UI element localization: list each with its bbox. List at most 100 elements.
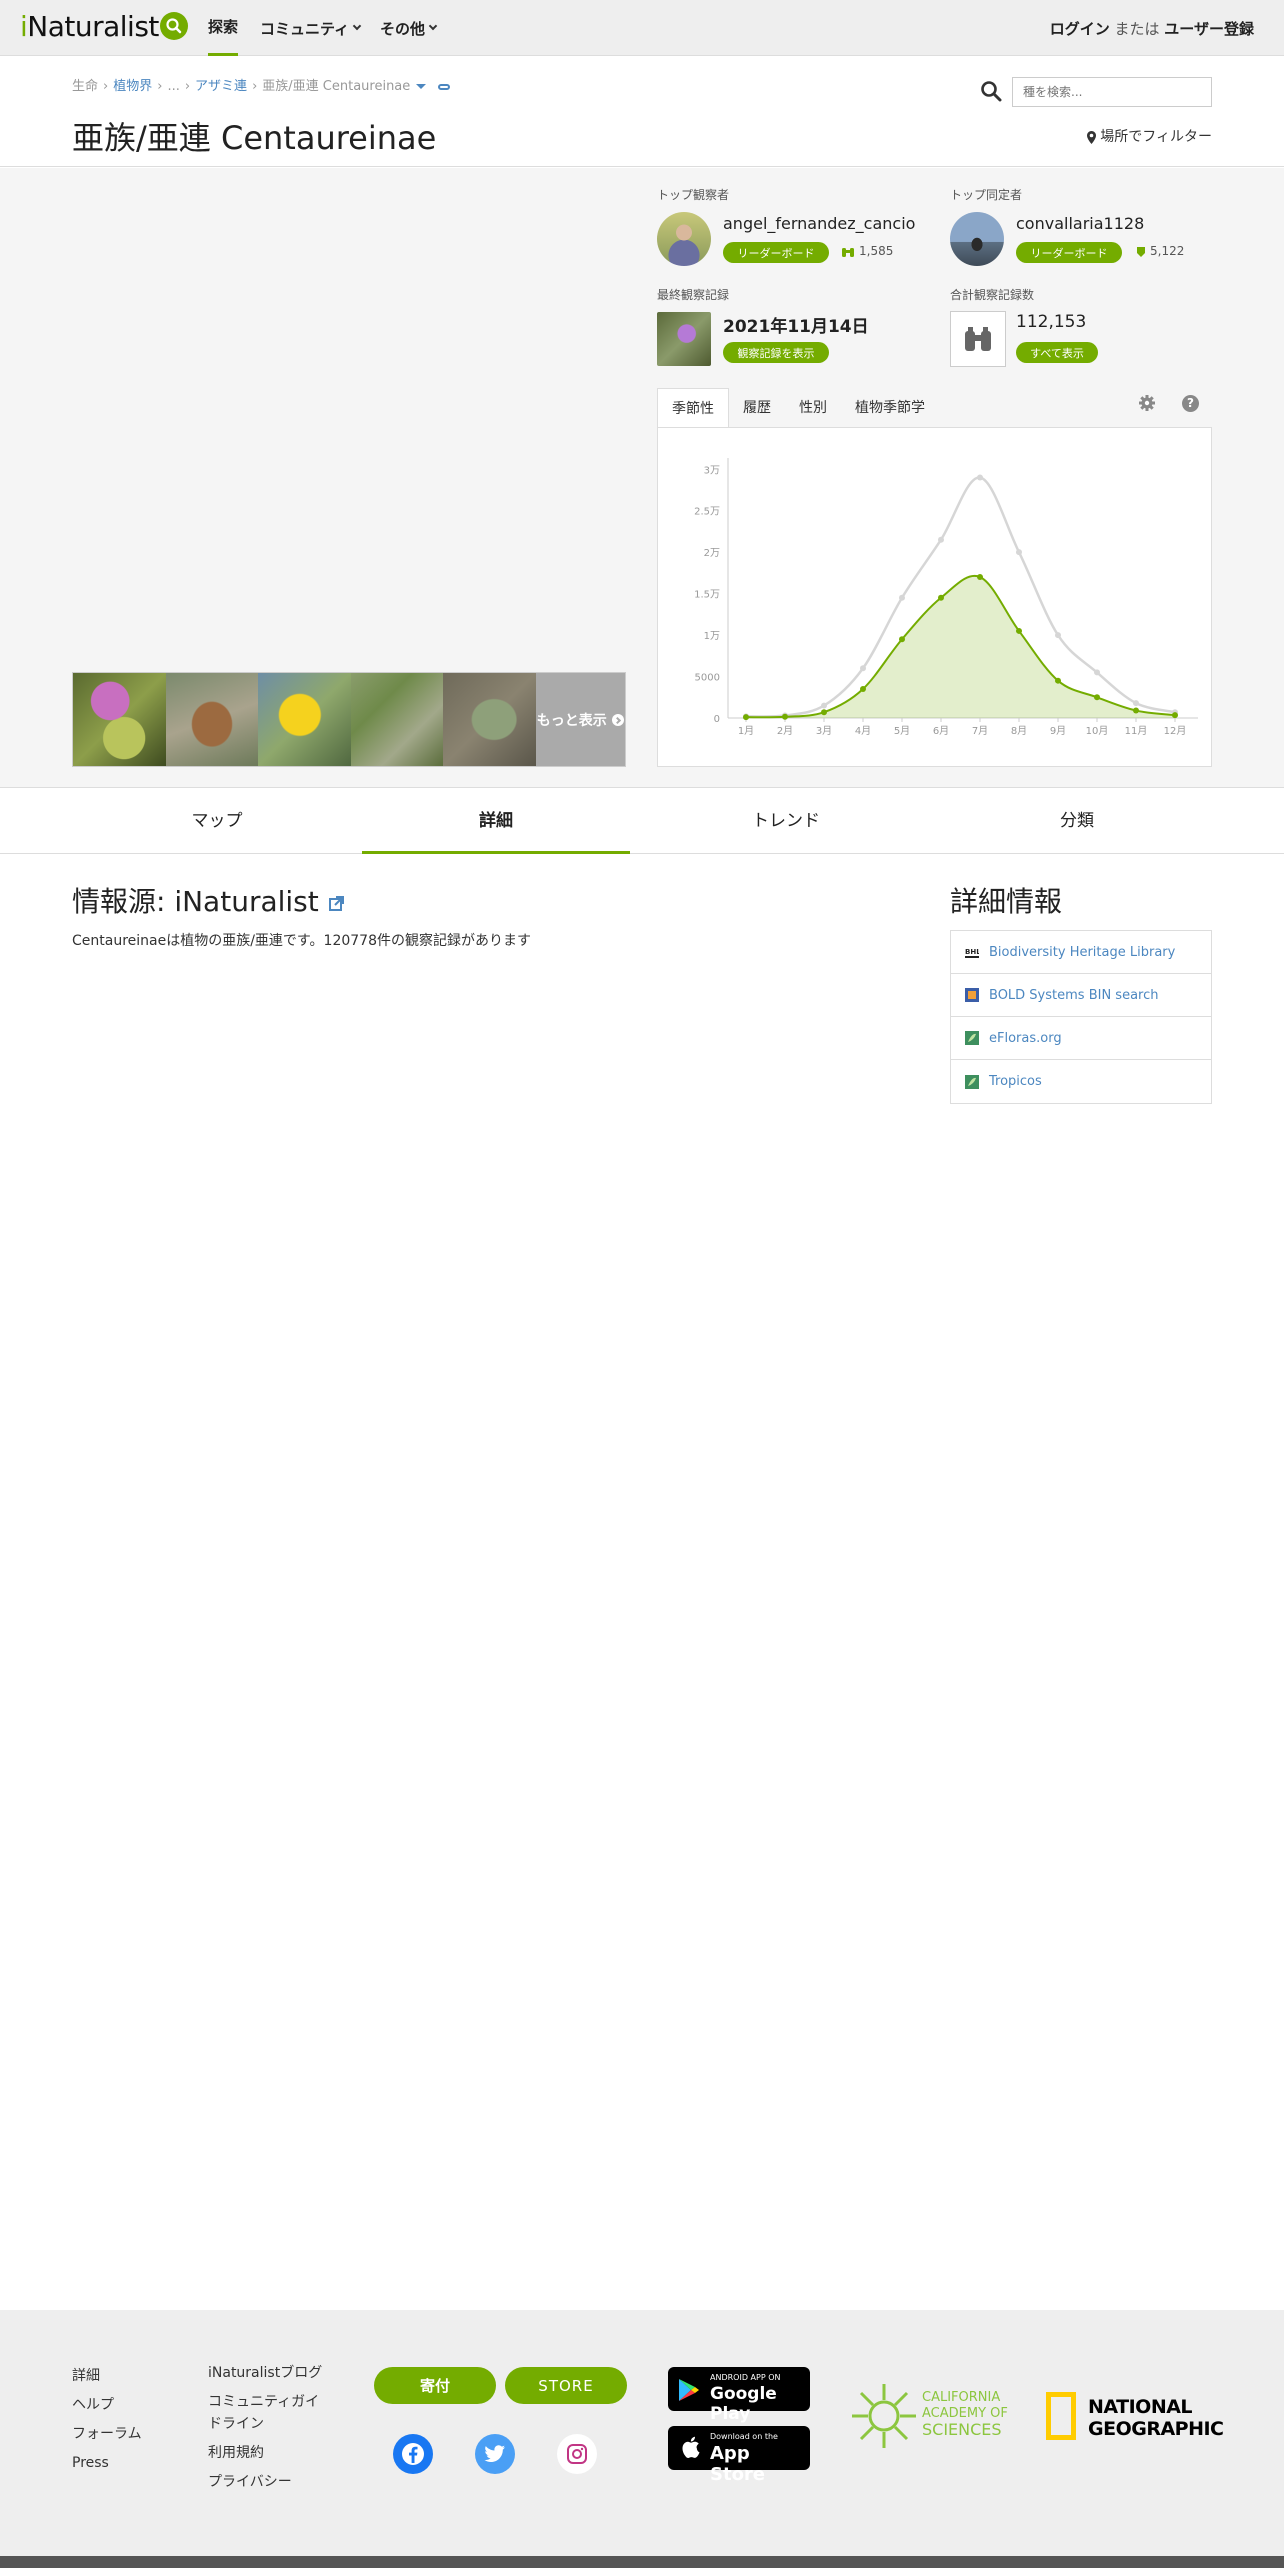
nav-explore[interactable]: 探索 bbox=[208, 0, 239, 56]
top-identifier-avatar[interactable] bbox=[950, 212, 1004, 266]
breadcrumb-ellipsis[interactable]: ... bbox=[167, 79, 179, 94]
natgeo-line-2: GEOGRAPHIC bbox=[1088, 2418, 1224, 2440]
x-tick-label: 7月 bbox=[972, 725, 988, 737]
y-tick-label: 5000 bbox=[695, 673, 720, 684]
tab-phenology[interactable]: 植物季節学 bbox=[841, 388, 939, 428]
link-efloras-label: eFloras.org bbox=[989, 1030, 1062, 1046]
binoculars-icon bbox=[842, 247, 854, 257]
photo-thumb-1[interactable] bbox=[73, 673, 166, 766]
donate-button[interactable]: 寄付 bbox=[374, 2367, 496, 2404]
twitter-icon[interactable] bbox=[475, 2434, 515, 2474]
photo-thumb-2[interactable] bbox=[165, 673, 258, 766]
link-bhl[interactable]: BHL Biodiversity Heritage Library bbox=[951, 931, 1211, 974]
taxon-name: Centaureinae bbox=[220, 119, 437, 157]
photo-thumb-5[interactable] bbox=[443, 673, 536, 766]
data-point bbox=[899, 594, 905, 601]
breadcrumb-plantae[interactable]: 植物界 bbox=[113, 79, 152, 94]
footer-link-help[interactable]: ヘルプ bbox=[72, 2391, 142, 2420]
top-identifier-name[interactable]: convallaria1128 bbox=[1016, 214, 1144, 233]
filter-by-place-button[interactable]: 場所でフィルター bbox=[1087, 126, 1212, 146]
tab-trends[interactable]: トレンド bbox=[630, 789, 942, 854]
tab-taxonomy[interactable]: 分類 bbox=[942, 789, 1212, 854]
natgeo-frame-icon bbox=[1046, 2392, 1076, 2440]
map-marker-icon bbox=[1087, 130, 1097, 144]
tab-seasonality[interactable]: 季節性 bbox=[657, 388, 729, 428]
seasonality-chart: 0 5000 1万 1.5万 2万 2.5万 3万 1月 2月 3月 4月 5月 6月 7月 8月 9月 10月… bbox=[657, 427, 1212, 767]
top-observer-name[interactable]: angel_fernandez_cancio bbox=[723, 214, 915, 233]
x-tick-label: 6月 bbox=[933, 725, 949, 737]
top-identifier-leaderboard-button[interactable]: リーダーボード bbox=[1016, 242, 1122, 263]
signup-link[interactable]: ユーザー登録 bbox=[1164, 20, 1254, 38]
more-photos-button[interactable]: もっと表示 bbox=[535, 673, 625, 766]
footer-link-privacy[interactable]: プライバシー bbox=[208, 2471, 333, 2493]
series-area bbox=[746, 575, 1175, 718]
nav-community[interactable]: コミュニティ bbox=[260, 0, 362, 56]
top-observer-count: 1,585 bbox=[841, 244, 893, 258]
nav-explore-label: 探索 bbox=[208, 18, 239, 36]
breadcrumb: 生命 › 植物界 ›... › アザミ連 › 亜族/亜連 Centaureinae bbox=[72, 75, 451, 94]
search-icon[interactable] bbox=[160, 12, 188, 40]
instagram-icon[interactable] bbox=[557, 2434, 597, 2474]
caret-down-icon[interactable] bbox=[416, 84, 427, 89]
photo-strip: もっと表示 bbox=[72, 672, 626, 767]
tab-sex[interactable]: 性別 bbox=[785, 388, 841, 428]
last-observation-date: 2021年11月14日 bbox=[723, 317, 869, 337]
breadcrumb-cardueae[interactable]: アザミ連 bbox=[195, 79, 247, 94]
footer-col-2: iNaturalistブログ コミュニティガイドライン 利用規約 プライバシー bbox=[208, 2362, 333, 2493]
taxon-search-input[interactable] bbox=[1012, 77, 1212, 107]
photo-thumb-4[interactable] bbox=[350, 673, 443, 766]
cas-line-1: CALIFORNIA bbox=[922, 2390, 1001, 2405]
data-point bbox=[1055, 632, 1061, 639]
external-link-icon[interactable] bbox=[328, 895, 344, 911]
top-observer-leaderboard-button[interactable]: リーダーボード bbox=[723, 242, 829, 263]
google-play-icon bbox=[679, 2379, 699, 2401]
app-store-badge[interactable]: Download on the App Store bbox=[668, 2426, 810, 2485]
data-point bbox=[977, 474, 983, 481]
tab-history[interactable]: 履歴 bbox=[729, 388, 785, 428]
california-academy-logo[interactable]: CALIFORNIA ACADEMY OF SCIENCES bbox=[850, 2382, 1008, 2454]
tab-map[interactable]: マップ bbox=[72, 789, 362, 854]
store-button[interactable]: STORE bbox=[505, 2367, 627, 2404]
tab-about[interactable]: 詳細 bbox=[362, 789, 630, 854]
app-store-line2: App Store bbox=[710, 2443, 766, 2485]
last-observation-photo[interactable] bbox=[657, 312, 711, 366]
source-title: 情報源: iNaturalist bbox=[72, 880, 344, 920]
top-observer-label: トップ観察者 bbox=[657, 188, 730, 202]
link-efloras[interactable]: eFloras.org bbox=[951, 1017, 1211, 1060]
footer-link-blog[interactable]: iNaturalistブログ bbox=[208, 2362, 333, 2384]
footer-link-terms[interactable]: 利用規約 bbox=[208, 2442, 333, 2464]
link-tropicos-label: Tropicos bbox=[989, 1074, 1042, 1089]
top-observer-avatar[interactable] bbox=[657, 212, 711, 266]
google-play-badge[interactable]: ANDROID APP ON Google Play bbox=[668, 2367, 810, 2424]
gear-icon[interactable] bbox=[1138, 394, 1156, 416]
footer-link-press[interactable]: Press bbox=[72, 2449, 142, 2478]
data-point bbox=[899, 636, 905, 643]
footer-link-guidelines[interactable]: コミュニティガイドライン bbox=[208, 2391, 333, 2435]
data-point bbox=[977, 574, 983, 581]
nav-community-label: コミュニティ bbox=[260, 19, 350, 38]
breadcrumb-life[interactable]: 生命 bbox=[72, 79, 98, 94]
data-point bbox=[1016, 627, 1022, 634]
link-tropicos[interactable]: Tropicos bbox=[951, 1060, 1211, 1103]
link-bold[interactable]: BOLD Systems BIN search bbox=[951, 974, 1211, 1017]
nav-more[interactable]: その他 bbox=[380, 0, 438, 56]
view-observation-button[interactable]: 観察記録を表示 bbox=[723, 342, 829, 363]
view-all-button[interactable]: すべて表示 bbox=[1016, 342, 1098, 363]
facebook-icon[interactable] bbox=[393, 2434, 433, 2474]
tropicos-icon bbox=[965, 1074, 979, 1089]
inaturalist-logo[interactable]: iNaturalist bbox=[20, 10, 159, 43]
filter-label: 場所でフィルター bbox=[1100, 129, 1212, 145]
data-point bbox=[1016, 549, 1022, 556]
top-identifier-count-value: 5,122 bbox=[1150, 244, 1185, 258]
help-icon[interactable]: ? bbox=[1182, 395, 1199, 412]
or-text: または bbox=[1114, 20, 1160, 38]
link-icon[interactable] bbox=[438, 83, 451, 90]
chevron-down-icon bbox=[428, 21, 438, 31]
footer-link-forum[interactable]: フォーラム bbox=[72, 2420, 142, 2449]
footer-link-about[interactable]: 詳細 bbox=[72, 2362, 142, 2391]
chevron-down-icon bbox=[352, 21, 362, 31]
data-point bbox=[1133, 700, 1139, 707]
photo-thumb-3[interactable] bbox=[258, 673, 351, 766]
login-link[interactable]: ログイン bbox=[1050, 20, 1110, 38]
more-photos-label: もっと表示 bbox=[536, 712, 607, 729]
